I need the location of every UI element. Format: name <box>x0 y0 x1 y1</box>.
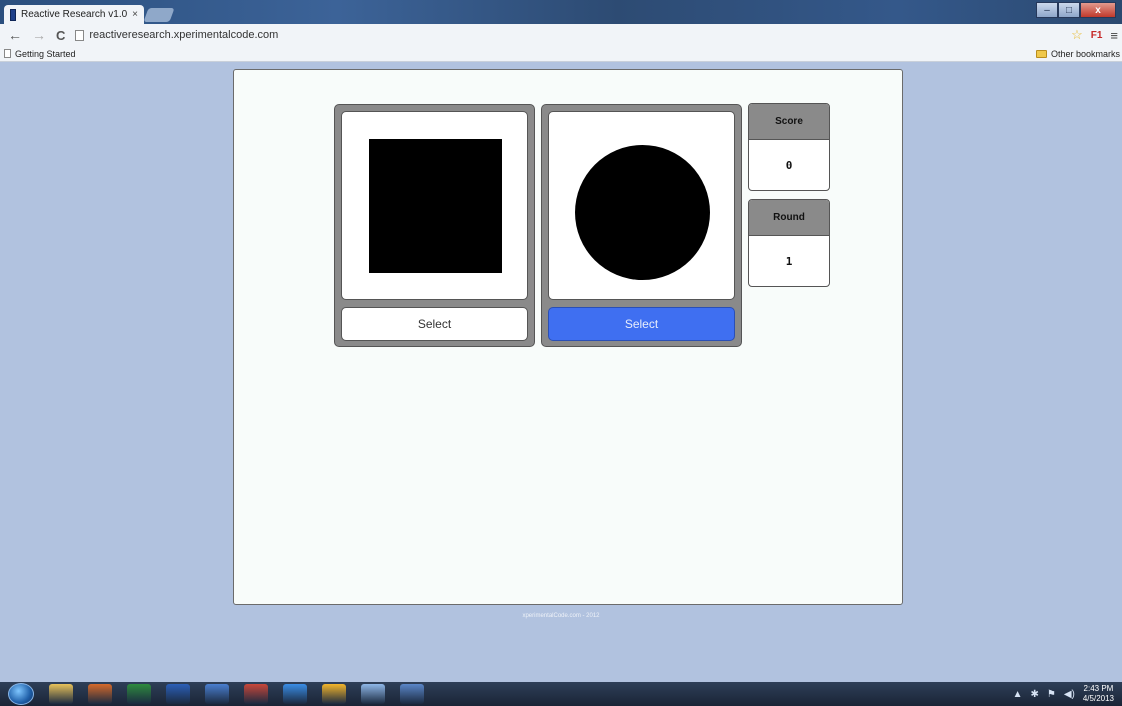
taskbar-apps <box>34 684 424 704</box>
score-box: Score 0 <box>748 103 830 191</box>
bookmark-getting-started[interactable]: Getting Started <box>4 49 76 59</box>
chrome-icon[interactable] <box>322 684 346 704</box>
start-button[interactable] <box>8 683 34 705</box>
explorer-icon[interactable] <box>49 684 73 704</box>
square-shape <box>369 139 502 273</box>
stimulus-view <box>548 111 735 300</box>
page-footer: xperimentalCode.com - 2012 <box>522 613 600 619</box>
app-icon[interactable] <box>205 684 229 704</box>
minimize-button[interactable]: – <box>1036 2 1058 18</box>
clock-date: 4/5/2013 <box>1082 694 1114 703</box>
back-icon[interactable]: ← <box>8 28 22 42</box>
url-text: reactiveresearch.xperimentalcode.com <box>89 29 279 41</box>
tab-title: Reactive Research v1.0 <box>21 9 128 20</box>
extension-icon[interactable]: F1 <box>1091 30 1103 41</box>
stimulus-view <box>341 111 528 300</box>
select-button-circle[interactable]: Select <box>548 307 735 341</box>
forward-icon[interactable]: → <box>32 28 46 42</box>
browser-titlebar: Reactive Research v1.0 × – □ x <box>0 0 1122 24</box>
browser-tab[interactable]: Reactive Research v1.0 × <box>4 5 144 24</box>
menu-icon[interactable]: ≡ <box>1110 28 1118 43</box>
select-button-square[interactable]: Select <box>341 307 528 341</box>
maximize-button[interactable]: □ <box>1058 2 1080 18</box>
score-label: Score <box>749 104 829 140</box>
excel-icon[interactable] <box>127 684 151 704</box>
choice-card-square: Select <box>334 104 535 347</box>
taskbar: ▲ ✱ ⚑ ◀) 2:43 PM 4/5/2013 <box>0 682 1122 706</box>
round-box: Round 1 <box>748 199 830 287</box>
system-tray: ▲ ✱ ⚑ ◀) 2:43 PM 4/5/2013 <box>1013 684 1114 704</box>
calculator-icon[interactable] <box>361 684 385 704</box>
network-icon[interactable]: ✱ <box>1030 689 1038 700</box>
flag-icon[interactable]: ⚑ <box>1047 689 1056 700</box>
tool-icon[interactable] <box>400 684 424 704</box>
new-tab-button[interactable] <box>143 8 175 22</box>
volume-icon[interactable]: ◀) <box>1064 689 1075 700</box>
choice-card-circle: Select <box>541 104 742 347</box>
bookmarks-bar: Getting Started Other bookmarks <box>0 46 1122 62</box>
favicon-icon <box>10 8 16 21</box>
tray-arrow-icon[interactable]: ▲ <box>1013 689 1023 700</box>
round-value: 1 <box>785 254 793 268</box>
other-bookmarks-label: Other bookmarks <box>1050 49 1120 59</box>
window-controls: – □ x <box>1036 2 1116 18</box>
bookmark-star-icon[interactable]: ☆ <box>1071 27 1083 43</box>
tab-close-icon[interactable]: × <box>132 9 138 20</box>
circle-shape <box>575 145 710 280</box>
browser-toolbar: ← → C reactiveresearch.xperimentalcode.c… <box>0 24 1122 46</box>
paint-icon[interactable] <box>244 684 268 704</box>
address-bar[interactable]: reactiveresearch.xperimentalcode.com <box>75 26 1122 44</box>
reload-icon[interactable]: C <box>56 29 65 42</box>
bookmark-label: Getting Started <box>15 48 76 59</box>
close-window-button[interactable]: x <box>1080 2 1116 18</box>
page-icon <box>75 29 85 41</box>
page-icon <box>4 49 11 58</box>
other-bookmarks[interactable]: Other bookmarks <box>1035 49 1120 59</box>
clock[interactable]: 2:43 PM 4/5/2013 <box>1083 684 1114 704</box>
ie-icon[interactable] <box>283 684 307 704</box>
game-panel: Select Select Score 0 Round 1 <box>233 69 903 605</box>
outlook-icon[interactable] <box>88 684 112 704</box>
word-icon[interactable] <box>166 684 190 704</box>
clock-time: 2:43 PM <box>1083 684 1114 693</box>
round-label: Round <box>749 200 829 236</box>
score-value: 0 <box>785 158 793 172</box>
folder-icon <box>1035 50 1047 58</box>
